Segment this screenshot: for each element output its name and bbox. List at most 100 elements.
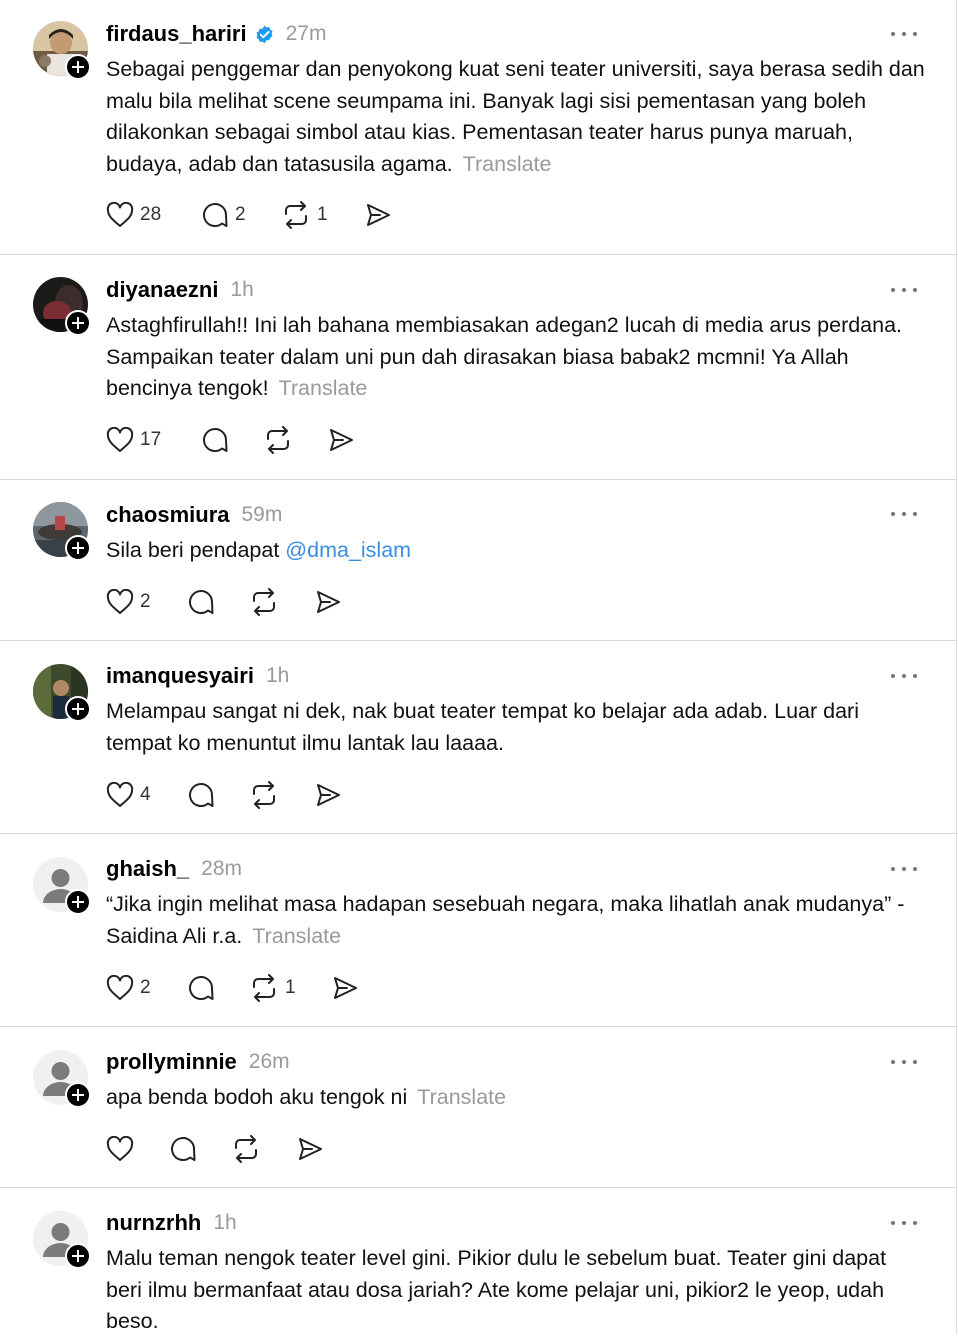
username[interactable]: nurnzrhh xyxy=(106,1210,201,1236)
reply-count: 2 xyxy=(235,204,246,225)
username[interactable]: diyanaezni xyxy=(106,277,218,303)
like-count: 17 xyxy=(140,429,162,450)
post-body: Sila beri pendapat xyxy=(106,538,286,562)
translate-link[interactable]: Translate xyxy=(279,376,368,400)
follow-plus-icon[interactable] xyxy=(65,535,91,561)
repost-count: 1 xyxy=(317,204,328,225)
more-icon[interactable] xyxy=(889,1218,919,1228)
like-button[interactable]: 2 xyxy=(106,973,151,1003)
send-icon xyxy=(317,591,340,613)
share-button[interactable] xyxy=(331,973,359,1003)
send-icon xyxy=(334,977,357,999)
post-time: 26m xyxy=(248,1050,290,1073)
more-icon[interactable] xyxy=(889,864,919,874)
repost-icon xyxy=(253,781,275,809)
like-count: 4 xyxy=(140,784,151,805)
like-button[interactable]: 17 xyxy=(106,425,161,455)
more-icon[interactable] xyxy=(889,509,919,519)
send-icon xyxy=(317,784,340,806)
repost-icon xyxy=(235,1135,257,1163)
post-time: 1h xyxy=(230,278,254,301)
repost-button[interactable]: 1 xyxy=(281,200,328,230)
send-icon xyxy=(330,429,353,451)
translate-link[interactable]: Translate xyxy=(252,924,341,948)
post-text: apa benda bodoh aku tengok ni Translate xyxy=(106,1082,926,1114)
send-icon xyxy=(299,1138,322,1160)
mention-link[interactable]: @dma_islam xyxy=(285,538,411,562)
like-count: 2 xyxy=(140,977,151,998)
share-button[interactable] xyxy=(296,1134,324,1164)
replies-feed: firdaus_hariri 27m Sebagai penggemar dan… xyxy=(0,0,957,1334)
reply-icon xyxy=(189,590,214,614)
follow-plus-icon[interactable] xyxy=(65,1243,91,1269)
reply-icon xyxy=(171,1137,196,1161)
reply-button[interactable] xyxy=(187,587,215,617)
share-button[interactable] xyxy=(314,587,342,617)
send-icon xyxy=(367,204,390,226)
share-button[interactable] xyxy=(314,780,342,810)
divider xyxy=(0,1026,956,1027)
post-text: “Jika ingin melihat masa hadapan sesebua… xyxy=(106,889,926,952)
more-icon[interactable] xyxy=(889,29,919,39)
heart-icon xyxy=(106,202,134,227)
follow-plus-icon[interactable] xyxy=(65,889,91,915)
repost-button[interactable] xyxy=(231,1134,261,1164)
reply-icon xyxy=(189,783,214,807)
like-button[interactable] xyxy=(106,1134,134,1164)
reply-button[interactable]: 2 xyxy=(201,200,246,230)
reply-button[interactable] xyxy=(187,780,215,810)
post-text: Malu teman nengok teater level gini. Pik… xyxy=(106,1243,926,1338)
repost-button[interactable]: 1 xyxy=(249,973,296,1003)
translate-link[interactable]: Translate xyxy=(463,152,552,176)
post-text: Sebagai penggemar dan penyokong kuat sen… xyxy=(106,54,926,180)
post-time: 28m xyxy=(201,857,242,880)
follow-plus-icon[interactable] xyxy=(65,310,91,336)
follow-plus-icon[interactable] xyxy=(65,54,91,80)
username[interactable]: firdaus_hariri xyxy=(106,21,247,47)
share-button[interactable] xyxy=(364,200,392,230)
repost-icon xyxy=(267,426,289,454)
username[interactable]: imanquesyairi xyxy=(106,663,254,689)
post-time: 59m xyxy=(241,503,283,526)
post-text: Melampau sangat ni dek, nak buat teater … xyxy=(106,696,926,759)
heart-icon xyxy=(106,589,134,614)
username[interactable]: chaosmiura xyxy=(106,502,230,528)
heart-icon xyxy=(106,975,134,1000)
repost-icon xyxy=(285,201,307,229)
post-text: Sila beri pendapat @dma_islam xyxy=(106,535,926,567)
divider xyxy=(0,833,956,834)
reply-button[interactable] xyxy=(169,1134,197,1164)
username[interactable]: ghaish_ xyxy=(106,856,189,882)
more-icon[interactable] xyxy=(889,1057,919,1067)
follow-plus-icon[interactable] xyxy=(65,696,91,722)
heart-icon xyxy=(106,427,134,452)
more-icon[interactable] xyxy=(889,671,919,681)
reply-icon xyxy=(189,976,214,1000)
heart-icon xyxy=(106,1136,134,1161)
repost-count: 1 xyxy=(285,977,296,998)
post-body: Melampau sangat ni dek, nak buat teater … xyxy=(106,699,859,755)
like-count: 28 xyxy=(140,204,162,225)
repost-icon xyxy=(253,974,275,1002)
like-count: 2 xyxy=(140,591,151,612)
follow-plus-icon[interactable] xyxy=(65,1082,91,1108)
post-time: 1h xyxy=(213,1211,237,1234)
more-icon[interactable] xyxy=(889,285,919,295)
post-text: Astaghfirullah!! Ini lah bahana membiasa… xyxy=(106,310,926,405)
like-button[interactable]: 4 xyxy=(106,780,151,810)
reply-button[interactable] xyxy=(201,425,229,455)
repost-button[interactable] xyxy=(263,425,293,455)
like-button[interactable]: 2 xyxy=(106,587,151,617)
repost-button[interactable] xyxy=(249,780,279,810)
repost-button[interactable] xyxy=(249,587,279,617)
reply-icon xyxy=(203,203,228,227)
post-time: 27m xyxy=(285,22,327,45)
divider xyxy=(0,640,956,641)
username[interactable]: prollyminnie xyxy=(106,1049,237,1075)
post-body: “Jika ingin melihat masa hadapan sesebua… xyxy=(106,892,905,948)
reply-button[interactable] xyxy=(187,973,215,1003)
repost-icon xyxy=(253,588,275,616)
like-button[interactable]: 28 xyxy=(106,200,161,230)
share-button[interactable] xyxy=(327,425,355,455)
translate-link[interactable]: Translate xyxy=(417,1085,506,1109)
